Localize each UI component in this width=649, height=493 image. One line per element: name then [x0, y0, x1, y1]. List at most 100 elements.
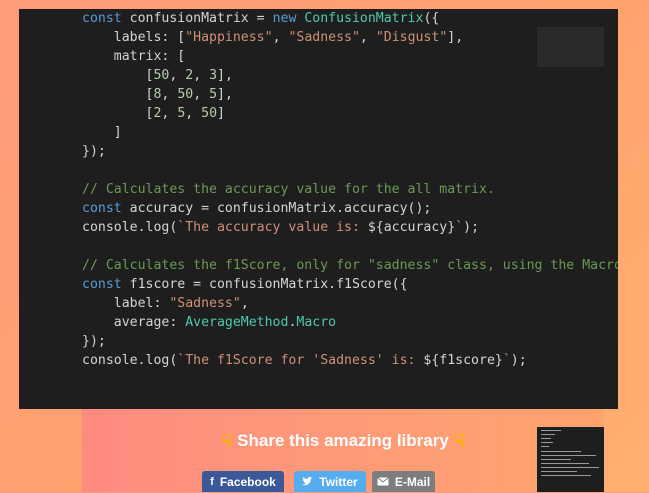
code-token: ); [463, 220, 480, 235]
thumbnail-line [541, 438, 551, 439]
code-line: ] [82, 123, 122, 142]
code-token: "Happiness" [185, 30, 273, 45]
thumbnail-line [541, 455, 596, 456]
code-token: 5 [209, 87, 218, 102]
code-token: ` [455, 220, 464, 235]
email-share-label: E-Mail [394, 474, 431, 489]
twitter-share-button[interactable]: Twitter [294, 471, 366, 492]
code-token: ] [217, 106, 225, 121]
code-line: label: "Sadness", [82, 294, 249, 313]
code-token: ); [510, 353, 527, 368]
share-section: ☟ Share this amazing library ☟ f Facebook … [82, 409, 604, 492]
code-token: ], [447, 30, 464, 45]
code-line: [8, 50, 5], [82, 85, 233, 104]
code-line: console.log(`The f1Score for 'Sadness' i… [82, 351, 527, 370]
code-token: }); [82, 144, 106, 159]
code-token: ] [82, 125, 122, 140]
code-token: const [82, 201, 122, 216]
code-line: console.log(`The accuracy value is: ${ac… [82, 218, 479, 237]
code-token: AverageMethod [185, 315, 289, 330]
code-token: ], [217, 87, 233, 102]
code-minimap[interactable] [537, 27, 604, 67]
code-token: f1score = confusionMatrix.f1Score({ [121, 277, 408, 292]
thumbnail-line [541, 434, 555, 435]
code-token: 3 [209, 68, 218, 83]
thumbnail-line [541, 467, 599, 468]
pointing-down-hand-icon: ☟ [453, 431, 465, 451]
code-block: const confusionMatrix = new ConfusionMat… [82, 9, 618, 409]
code-token: ${f1score} [423, 353, 503, 368]
code-token: 2 [185, 68, 194, 83]
code-token: 50 [153, 68, 170, 83]
code-token: console.log( [82, 220, 178, 235]
code-token: ` [502, 353, 511, 368]
code-token: [ [82, 87, 154, 102]
code-token: confusionMatrix = [121, 11, 273, 26]
code-token: const [82, 277, 122, 292]
code-token: label: [82, 296, 170, 311]
code-token: console.log( [82, 353, 178, 368]
code-token: , [359, 30, 376, 45]
code-token: [ [82, 68, 154, 83]
code-token: const [82, 11, 122, 26]
code-token: ${accuracy} [367, 220, 456, 235]
code-token: accuracy = confusionMatrix.accuracy(); [121, 201, 432, 216]
thumbnail-line [541, 430, 561, 431]
code-line: const confusionMatrix = new ConfusionMat… [82, 9, 439, 28]
thumbnail-line [541, 463, 589, 464]
code-line: const accuracy = confusionMatrix.accurac… [82, 199, 431, 218]
facebook-icon: f [210, 475, 214, 488]
code-line: // Calculates the accuracy value for the… [82, 180, 495, 199]
code-preview-thumbnail[interactable] [537, 427, 604, 492]
code-token: 50 [177, 87, 194, 102]
thumbnail-line [541, 446, 549, 447]
code-token: ], [217, 68, 233, 83]
code-token: `The f1Score for 'Sadness' is: [177, 353, 424, 368]
code-line: }); [82, 142, 106, 161]
code-token: average: [82, 315, 186, 330]
code-token: Macro [296, 315, 337, 330]
twitter-bird-icon [302, 477, 313, 486]
code-token: , [169, 68, 186, 83]
code-token: "Sadness" [288, 30, 360, 45]
code-token: // Calculates the f1Score, only for "sad… [82, 258, 618, 273]
envelope-icon [377, 477, 389, 486]
email-share-button[interactable]: E-Mail [372, 471, 435, 492]
code-token: 50 [201, 106, 218, 121]
code-token: , [272, 30, 289, 45]
code-panel: const confusionMatrix = new ConfusionMat… [19, 9, 618, 409]
code-token: , [240, 296, 249, 311]
code-token: "Disgust" [375, 30, 448, 45]
code-token: }); [82, 334, 106, 349]
code-line: // Calculates the f1Score, only for "sad… [82, 256, 618, 275]
code-token: labels: [ [82, 30, 186, 45]
thumbnail-line [541, 471, 577, 472]
pointing-down-hand-icon: ☟ [221, 431, 233, 451]
code-line: const f1score = confusionMatrix.f1Score(… [82, 275, 408, 294]
code-line: [2, 5, 50] [82, 104, 225, 123]
code-line: average: AverageMethod.Macro [82, 313, 336, 332]
code-token: , [193, 68, 210, 83]
code-token: new [272, 11, 297, 26]
code-line: labels: ["Happiness", "Sadness", "Disgus… [82, 28, 463, 47]
code-token: `The accuracy value is: [177, 220, 368, 235]
code-token: ConfusionMatrix [304, 11, 424, 26]
code-token: // Calculates the accuracy value for the… [82, 182, 495, 197]
code-token: matrix: [ [82, 49, 186, 64]
share-heading-text: Share this amazing library [237, 431, 449, 450]
code-line: [50, 2, 3], [82, 66, 233, 85]
share-heading: ☟ Share this amazing library ☟ [82, 431, 604, 452]
thumbnail-line [541, 442, 553, 443]
code-token: , [161, 106, 178, 121]
code-token: , [193, 87, 210, 102]
code-line: matrix: [ [82, 47, 185, 66]
facebook-share-label: Facebook [219, 474, 276, 489]
code-line: }); [82, 332, 106, 351]
facebook-share-button[interactable]: f Facebook [202, 471, 284, 492]
code-token: "Sadness" [169, 296, 241, 311]
twitter-share-label: Twitter [319, 474, 358, 489]
thumbnail-line [541, 459, 571, 460]
thumbnail-line [541, 475, 591, 476]
code-token: [ [82, 106, 154, 121]
code-token: ({ [423, 11, 440, 26]
